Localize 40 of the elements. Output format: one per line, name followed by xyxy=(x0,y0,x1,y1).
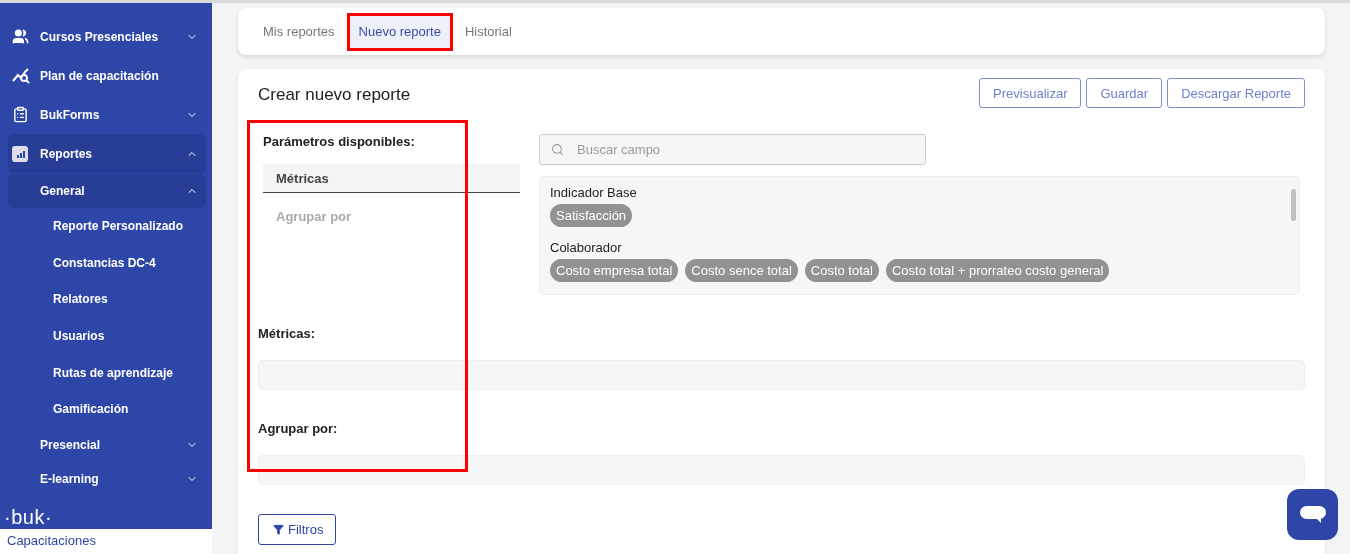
sidebar-item[interactable]: Cursos Presenciales xyxy=(8,17,206,56)
sidebar-item[interactable]: E-learning xyxy=(8,461,206,496)
sidebar-item[interactable]: General xyxy=(8,174,206,208)
section-label: Agrupar por: xyxy=(258,421,339,436)
parameter-tab[interactable]: Métricas xyxy=(263,164,520,193)
chart-search-icon xyxy=(12,67,30,84)
group-name: Indicador Base xyxy=(550,185,638,200)
clipboard-icon xyxy=(12,106,29,123)
parameters-heading: Parámetros disponibles: xyxy=(263,134,416,149)
sidebar-item[interactable]: Reporte Personalizado xyxy=(8,208,206,245)
search-field[interactable]: Buscar campo xyxy=(539,134,926,165)
section-label: Métricas: xyxy=(258,326,317,341)
action-button[interactable]: Descargar Reporte xyxy=(1167,78,1305,108)
logo: ·buk· xyxy=(4,506,54,529)
sidebar-item[interactable]: BukForms xyxy=(8,95,206,134)
action-button[interactable]: Guardar xyxy=(1086,78,1163,108)
sidebar-item[interactable]: Reportes xyxy=(8,134,206,173)
filters-button[interactable]: Filtros xyxy=(258,514,337,545)
sidebar-item[interactable]: Gamificación xyxy=(8,390,206,428)
people-icon xyxy=(12,28,29,45)
group-name: Colaborador xyxy=(550,240,623,255)
filter-icon xyxy=(273,524,284,535)
drop-area[interactable] xyxy=(258,455,1305,485)
chat-bubble-icon xyxy=(1299,505,1326,524)
action-button[interactable]: Previsualizar xyxy=(979,78,1082,108)
chat-button[interactable] xyxy=(1287,489,1338,540)
sidebar-item[interactable]: Plan de capacitación xyxy=(8,56,206,95)
tab[interactable]: Historial xyxy=(454,14,522,49)
sidebar-item[interactable]: Rutas de aprendizaje xyxy=(8,354,206,391)
sidebar-item[interactable]: Relatores xyxy=(8,281,206,318)
tab[interactable]: Mis reportes xyxy=(253,14,345,49)
sidebar-item[interactable]: Presencial xyxy=(8,427,206,462)
search-icon xyxy=(551,143,564,156)
bar-chart-icon xyxy=(12,145,28,162)
sidebar-item[interactable]: Constancias DC-4 xyxy=(8,244,206,282)
sidebar-item[interactable]: Usuarios xyxy=(8,317,206,355)
tab[interactable]: Nuevo reporte xyxy=(348,14,451,49)
scrollbar[interactable] xyxy=(1291,189,1296,221)
report-title: Crear nuevo reporte xyxy=(258,84,411,105)
module-name: Capacitaciones xyxy=(0,529,212,554)
